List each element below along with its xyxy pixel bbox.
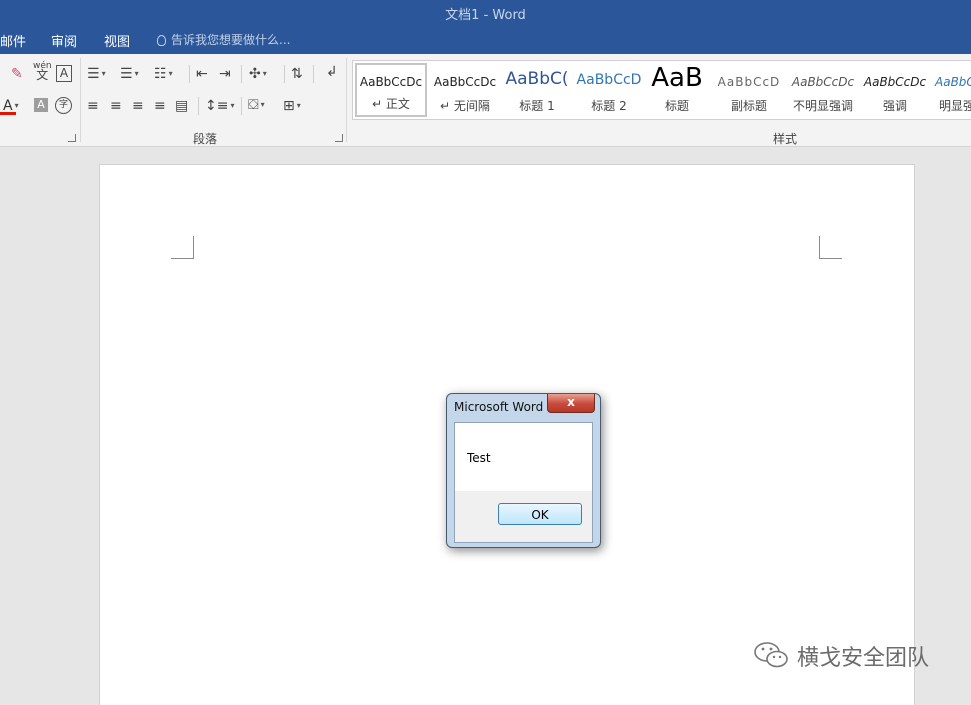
character-border-icon[interactable]: A [56,65,72,82]
styles-gallery: AaBbCcDc ↵ 正文 AaBbCcDc ↵ 无间隔 AaBbC( 标题 1… [352,60,971,120]
style-preview: AaBbC [935,75,971,89]
chevron-down-icon: ▾ [262,69,267,78]
style-intense-emphasis[interactable]: AaBbC 明显强 [931,63,971,117]
toolbar-separator [189,65,190,83]
phonetic-guide-char: 文 [36,68,49,82]
style-normal[interactable]: AaBbCcDc ↵ 正文 [355,63,427,117]
character-shading-icon[interactable]: A [34,98,48,112]
style-preview: AaBbCcD [576,72,642,88]
chevron-down-icon: ▾ [260,100,265,109]
tell-me-placeholder: 告诉我您想要做什么... [171,33,291,47]
enclose-characters-icon[interactable]: 字 [55,97,72,114]
sort-icon[interactable]: ⇅ [291,66,303,82]
style-name: 标题 1 [519,99,555,113]
chevron-down-icon: ▾ [101,69,106,78]
borders-icon[interactable]: ⊞ ▾ [283,98,301,114]
lightbulb-icon [157,35,166,46]
tab-view[interactable]: 视图 [104,31,130,50]
dialog-message: Test [467,451,491,465]
style-title[interactable]: AaB 标题 [641,63,713,117]
chevron-down-icon: ▾ [168,69,173,78]
style-name-text: 正文 [385,97,410,111]
distributed-icon[interactable]: ▤ [175,98,188,114]
style-emphasis[interactable]: AaBbCcDc 强调 [859,63,931,117]
watermark-text: 横戈安全团队 [797,646,930,671]
group-label-paragraph: 段落 [193,132,218,146]
clear-formatting-icon[interactable]: ✎ [11,66,23,82]
style-name: ↵ 无间隔 [440,99,490,113]
multilevel-list-icon[interactable]: ☷ ▾ [154,66,173,82]
justify-icon[interactable]: ≡ [154,98,166,114]
chevron-down-icon: ▾ [296,101,301,110]
chinese-layout-icon[interactable]: ✣ ▾ [249,66,267,82]
toolbar-separator [313,65,314,83]
message-box: Microsoft Word x Test OK [446,393,601,548]
bullets-icon[interactable]: ☰ ▾ [87,66,106,82]
style-preview: AaBbC( [505,69,569,89]
numbering-icon[interactable]: ☰ ▾ [120,66,139,82]
chevron-down-icon: ▾ [230,101,235,110]
dialog-footer: OK [455,491,592,542]
style-name: ↵ 正文 [372,97,410,111]
style-name: 标题 2 [591,99,627,113]
tell-me-search[interactable]: 告诉我您想要做什么... [157,31,290,48]
watermark: 横戈安全团队 [752,638,952,672]
align-right-icon[interactable]: ≡ [132,98,144,114]
dialog-body: Test OK [454,422,593,543]
phonetic-guide-icon[interactable]: wén 文 [33,62,52,82]
ok-button[interactable]: OK [498,503,582,525]
style-heading-2[interactable]: AaBbCcD 标题 2 [573,63,645,117]
style-subtle-emphasis[interactable]: AaBbCcDc 不明显强调 [787,63,859,117]
font-dialog-launcher[interactable] [68,134,76,142]
style-preview: AaBbCcDc [791,75,855,89]
tab-mailings[interactable]: 邮件 [0,31,26,50]
align-center-icon[interactable]: ≡ [110,98,122,114]
chevron-down-icon: ▾ [14,101,19,110]
ribbon: ✎ wén 文 A A ▾ A 字 ☰ ▾ ☰ ▾ ☷ ▾ ⇤ ⇥ ✣ ▾ ⇅ ↲ ≡ ≡ … [0,54,971,147]
font-color-swatch [0,112,16,115]
close-button[interactable]: x [547,394,595,413]
margin-corner-top-left [171,236,194,259]
align-left-icon[interactable]: ≡ [87,98,99,114]
toolbar-separator [241,65,242,83]
shading-icon[interactable]: ⛋ ▾ [248,97,265,113]
increase-indent-icon[interactable]: ⇥ [219,66,231,82]
style-heading-1[interactable]: AaBbC( 标题 1 [501,63,573,117]
style-preview: AaBbCcDc [359,75,423,89]
margin-corner-top-right [819,236,842,259]
style-name: 不明显强调 [792,99,853,113]
chevron-down-icon: ▾ [134,69,139,78]
group-separator [80,58,81,142]
decrease-indent-icon[interactable]: ⇤ [196,66,208,82]
style-name-text: 无间隔 [453,99,490,113]
title-bar: 文档1 - Word 邮件 审阅 视图 告诉我您想要做什么... [0,0,971,54]
style-no-spacing[interactable]: AaBbCcDc ↵ 无间隔 [429,63,501,117]
line-spacing-icon[interactable]: ↕≡ ▾ [205,98,234,114]
close-icon: x [567,395,575,409]
paragraph-dialog-launcher[interactable] [335,134,343,142]
style-preview: AaB [651,63,703,93]
show-formatting-marks-icon[interactable]: ↲ [326,64,338,80]
style-preview: AaBbCcDc [863,75,927,89]
style-preview: AaBbCcDc [433,75,497,89]
tab-review[interactable]: 审阅 [51,31,77,50]
style-name: 强调 [882,99,907,113]
style-preview: AaBbCcD [717,75,781,89]
toolbar-separator [284,65,285,83]
toolbar-separator [241,97,242,115]
wechat-logo-icon [754,642,788,668]
group-label-styles: 样式 [773,132,798,146]
toolbar-separator [198,97,199,115]
style-subtitle[interactable]: AaBbCcD 副标题 [713,63,785,117]
style-name: 标题 [664,99,689,113]
window-title: 文档1 - Word [445,8,526,23]
dialog-title: Microsoft Word [454,400,544,414]
style-name: 副标题 [730,99,767,113]
group-separator [346,58,347,142]
style-name: 明显强 [939,99,971,113]
